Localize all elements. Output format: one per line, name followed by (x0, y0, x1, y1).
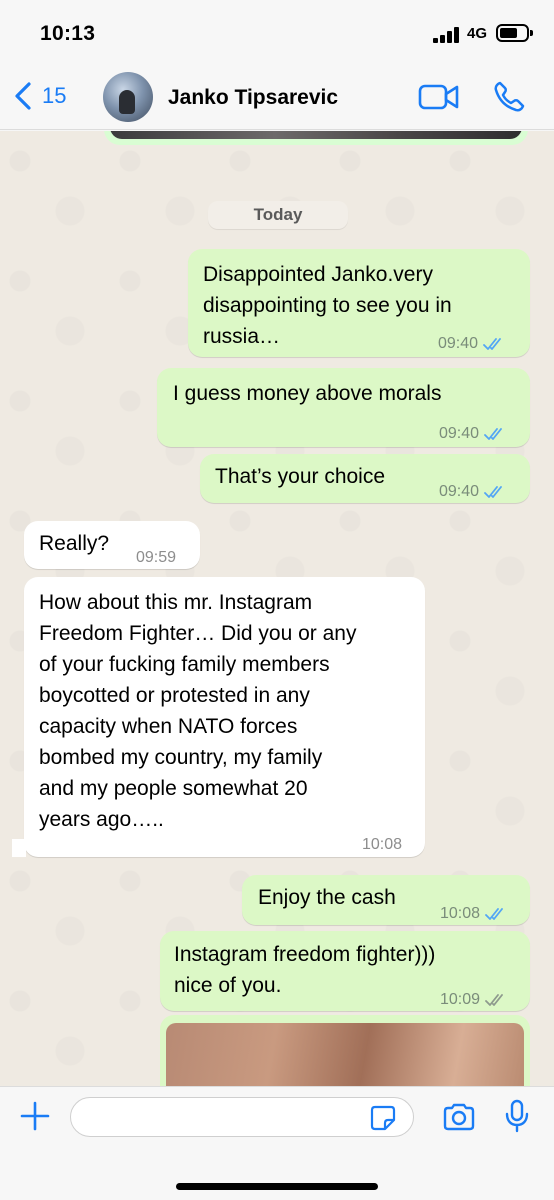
message-meta: 10:09 (440, 984, 507, 1015)
message-text-line: bombed my country, my family (39, 746, 323, 769)
chat-header: 15 Janko Tipsarevic (0, 64, 554, 130)
message-text-line: Disappointed Janko.very (203, 263, 433, 286)
image-message-bottom[interactable] (160, 1015, 530, 1086)
message-text-line: capacity when NATO forces (39, 715, 298, 738)
home-indicator (176, 1183, 378, 1190)
read-receipt-icon (483, 337, 501, 350)
incoming-message[interactable]: Really? 09:59 (24, 521, 200, 569)
message-input[interactable] (70, 1097, 414, 1137)
message-time: 09:40 (439, 425, 480, 442)
message-text-line: How about this mr. Instagram (39, 591, 313, 614)
incoming-message[interactable]: How about this mr. Instagram Freedom Fig… (24, 577, 425, 857)
date-separator: Today (208, 201, 348, 229)
avatar[interactable] (103, 72, 153, 122)
message-text-line: That’s your choice (215, 465, 386, 488)
read-receipt-icon (485, 907, 503, 920)
read-receipt-icon (484, 485, 502, 498)
network-type: 4G (467, 25, 488, 42)
message-text-line: Really? (39, 532, 110, 555)
message-time: 09:40 (438, 335, 479, 352)
message-meta: 09:40 (438, 328, 505, 359)
message-text-line: years ago….. (39, 808, 164, 831)
message-text-line: disappointing to see you in (203, 294, 452, 317)
message-text-line: russia… (203, 325, 281, 348)
message-text-line: Freedom Fighter… Did you or any (39, 622, 357, 645)
signal-strength-icon (433, 27, 461, 43)
message-meta: 09:59 (136, 542, 176, 573)
message-meta: 09:40 (439, 418, 506, 449)
phone-call-icon[interactable] (492, 80, 526, 114)
outgoing-message[interactable]: Enjoy the cash 10:08 (242, 875, 530, 925)
bubble-tail (12, 839, 26, 857)
chat-area[interactable]: Today Disappointed Janko.very disappoint… (0, 131, 554, 1086)
message-text-line: and my people somewhat 20 (39, 777, 308, 800)
message-time: 10:09 (440, 991, 481, 1008)
camera-icon[interactable] (442, 1103, 476, 1131)
message-text-line: boycotted or protested in any (39, 684, 310, 707)
message-text-line: of your fucking family members (39, 653, 330, 676)
video-call-icon[interactable] (418, 82, 460, 112)
plus-icon[interactable] (20, 1101, 50, 1131)
outgoing-message[interactable]: Disappointed Janko.very disappointing to… (188, 249, 530, 357)
message-time: 09:59 (136, 549, 177, 566)
message-text-line: nice of you. (174, 974, 282, 997)
image-message-top[interactable] (104, 131, 528, 145)
message-meta: 10:08 (440, 898, 507, 929)
outgoing-message[interactable]: That’s your choice 09:40 (200, 454, 530, 503)
composer-bar (0, 1086, 554, 1200)
status-time: 10:13 (40, 22, 96, 45)
sticker-icon[interactable] (370, 1105, 396, 1131)
microphone-icon[interactable] (505, 1099, 529, 1133)
message-text-line: Enjoy the cash (258, 886, 396, 909)
chevron-left-icon (15, 82, 31, 110)
status-bar: 10:13 4G (0, 0, 554, 64)
message-text-line: Instagram freedom fighter))) (174, 943, 436, 966)
outgoing-message[interactable]: Instagram freedom fighter))) nice of you… (160, 931, 530, 1011)
message-time: 09:40 (439, 483, 480, 500)
read-receipt-icon (484, 427, 502, 440)
message-time: 10:08 (362, 836, 403, 853)
battery-icon (496, 24, 533, 42)
delivered-receipt-icon (485, 993, 503, 1006)
back-button[interactable]: 15 (10, 78, 66, 114)
message-meta: 10:08 (362, 829, 402, 860)
contact-name[interactable]: Janko Tipsarevic (168, 86, 338, 110)
message-meta: 09:40 (439, 476, 506, 507)
message-time: 10:08 (440, 905, 481, 922)
message-text-line: I guess money above morals (173, 382, 442, 405)
unread-count: 15 (42, 83, 67, 108)
outgoing-message[interactable]: I guess money above morals 09:40 (157, 368, 530, 447)
